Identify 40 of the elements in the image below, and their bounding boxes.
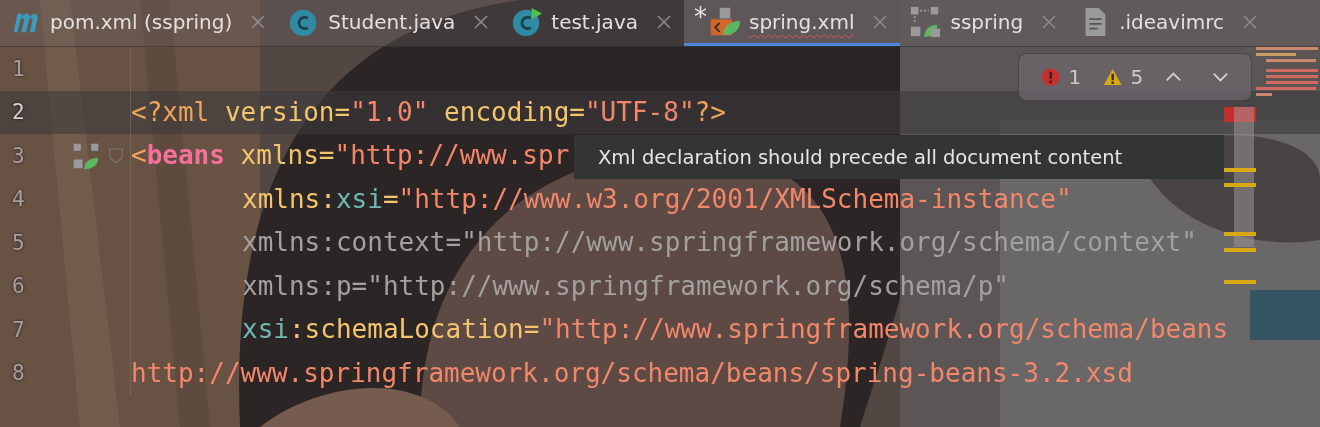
line-number: 3 [11,143,26,168]
code-line: xmlns:p="http://www.springframework.org/schema/p" [242,270,1009,302]
code-line: xmlns:xsi="http://www.w3.org/2001/XMLSchema-instance" [242,183,1072,215]
close-icon[interactable] [473,13,490,30]
runnable-class-icon [511,5,544,38]
editor-tab[interactable]: sspring [900,0,1070,46]
warning-count: 5 [1130,65,1144,89]
close-icon[interactable] [1242,13,1258,30]
close-icon[interactable] [655,13,672,30]
editor-tab[interactable]: Student.java [278,0,502,46]
close-icon[interactable] [872,13,889,30]
line-number: 1 [11,56,26,81]
error-count: 1 [1068,65,1082,89]
line-number: 4 [11,187,26,212]
fold-marker-icon[interactable] [108,147,123,164]
spring-bean-gutter-icon[interactable] [71,141,100,170]
editor-tab[interactable]: .ideavimrc [1069,0,1270,46]
spring-xml-icon [708,5,741,38]
code-line: xsi:schemaLocation="http://www.springframework.org/schema/beans [242,314,1229,346]
warning-icon[interactable] [1103,66,1123,88]
editor-tab[interactable]: pom.xml (sspring) [0,0,279,46]
line-number: 7 [11,317,26,342]
code-line: http://www.springframework.org/schema/beans/spring-beans-3.2.xsd [131,357,1133,389]
line-number: 8 [11,361,26,386]
line-number: 6 [11,274,26,299]
modified-mark: * [693,2,707,32]
module-icon [910,5,943,38]
editor-tab[interactable]: test.java [501,0,684,46]
close-icon[interactable] [1041,13,1058,30]
chevron-up-icon[interactable] [1165,71,1183,83]
code-line: <beans xmlns="http://www.spr [131,140,570,172]
close-icon[interactable] [250,13,267,30]
code-line: <?xml version="1.0" encoding="UTF-8"?> [131,96,726,128]
line-number: 2 [11,100,26,125]
line-number: 5 [11,230,26,255]
code-line: xmlns:context="http://www.springframework.org/schema/context" [242,227,1197,259]
editor-tab[interactable]: * spring.xml [683,0,901,46]
tooltip: Xml declaration should precede all document content [574,135,1224,179]
chevron-down-icon[interactable] [1212,71,1229,83]
error-icon[interactable] [1041,66,1061,88]
